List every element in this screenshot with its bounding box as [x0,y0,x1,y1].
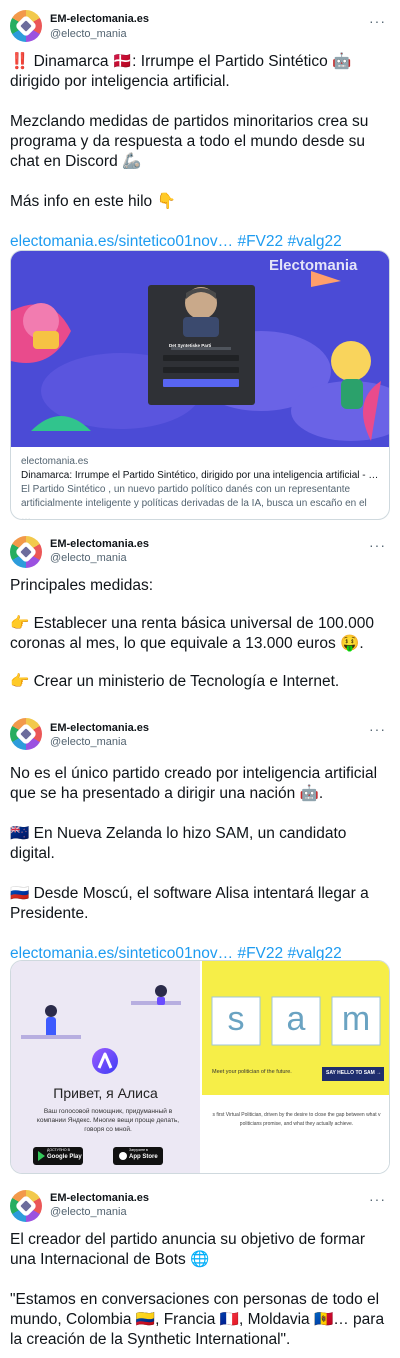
more-options-icon[interactable]: ··· [369,538,386,552]
user-handle[interactable]: @electo_mania [50,736,127,748]
tweet-paragraph: El creador del partido anuncia su objeti… [10,1231,370,1268]
google-play-small: ДОСТУПНО В [47,1148,70,1152]
sam-image[interactable]: s a m Meet your politician of the future… [202,961,389,1173]
tweet-text: El creador del partido anuncia su objeti… [10,1230,395,1350]
sam-letter: a [286,1000,306,1038]
user-name[interactable]: EM-electomania.es [50,13,149,25]
card-image[interactable]: Electomania Det Syntetiske Parti [11,251,389,447]
user-handle[interactable]: @electo_mania [50,1206,127,1218]
user-name[interactable]: EM-electomania.es [50,538,149,550]
avatar[interactable] [10,10,42,42]
avatar[interactable] [10,536,42,568]
app-store-small: Загрузите в [129,1148,148,1152]
card-illustration [11,251,389,447]
avatar[interactable] [10,718,42,750]
tweet-paragraph: ‼️ Dinamarca 🇩🇰: Irrumpe el Partido Sint… [10,53,356,90]
more-options-icon[interactable]: ··· [369,1192,386,1206]
more-options-icon[interactable]: ··· [369,722,386,736]
list-item: 👉 Crear un ministerio de Tecnología e In… [10,673,340,690]
list-item: 👉 Establecer una renta básica universal … [10,615,379,652]
article-link[interactable]: electomania.es/sintetico01nov… [10,233,233,250]
card-meta[interactable]: electomania.es Dinamarca: Irrumpe el Par… [11,447,389,520]
sam-letter: m [341,1000,371,1038]
tweet-text: ‼️ Dinamarca 🇩🇰: Irrumpe el Partido Sint… [10,52,395,252]
tweet-paragraph: 🇳🇿 En Nueva Zelanda lo hizo SAM, un cand… [10,825,351,862]
tweet-paragraph: Más info en este hilo 👇 [10,193,176,210]
card-description: El Partido Sintético , un nuevo partido … [21,484,367,520]
tweet-paragraph: No es el único partido creado por inteli… [10,765,382,802]
alisa-greeting: Привет, я Алиса [53,1085,158,1101]
card-brand: Electomania [269,257,358,274]
tweet-text: No es el único partido creado por inteli… [10,764,395,964]
user-handle[interactable]: @electo_mania [50,552,127,564]
card-title: Dinamarca: Irrumpe el Partido Sintético,… [21,470,379,481]
avatar[interactable] [10,1190,42,1222]
tweet-heading: Principales medidas: [10,577,154,594]
tweet-paragraph: Mezclando medidas de partidos minoritari… [10,113,373,170]
card-domain: electomania.es [21,456,89,467]
sam-letter: s [227,1000,245,1038]
tweet-4[interactable]: EM-electomania.es @electo_mania ··· El c… [0,1180,400,1358]
tweet-2[interactable]: EM-electomania.es @electo_mania ··· Prin… [0,528,400,706]
user-name[interactable]: EM-electomania.es [50,722,149,734]
sam-tagline: Meet your politician of the future. [212,1069,292,1075]
card-party-name: Det Syntetiske Parti [169,343,212,348]
alisa-image[interactable]: Привет, я Алиса Ваш голосовой помощник, … [11,961,200,1173]
google-play-badge[interactable]: Google Play [47,1154,82,1160]
tweet-paragraph: "Estamos en conversaciones con personas … [10,1291,389,1348]
sam-description: s first Virtual Politician, driven by th… [212,1112,381,1127]
tweet-3[interactable]: EM-electomania.es @electo_mania ··· No e… [0,706,400,1180]
sam-illustration [202,961,389,1173]
alisa-illustration [11,961,200,1173]
tweet-1[interactable]: EM-electomania.es @electo_mania ··· ‼️ D… [0,0,400,528]
user-handle[interactable]: @electo_mania [50,28,127,40]
tweet-paragraph: 🇷🇺 Desde Moscú, el software Alisa intent… [10,885,374,922]
media-grid[interactable]: Привет, я Алиса Ваш голосовой помощник, … [10,960,390,1174]
alisa-subtitle: Ваш голосовой помощник, придуманный в ко… [36,1108,180,1133]
hashtags[interactable]: #FV22 #valg22 [237,233,341,250]
sam-hello-button[interactable]: SAY HELLO TO SAM → [326,1070,381,1076]
tweet-text: Principales medidas: 👉 Establecer una re… [10,576,395,692]
user-name[interactable]: EM-electomania.es [50,1192,149,1204]
app-store-badge[interactable]: App Store [129,1154,158,1160]
more-options-icon[interactable]: ··· [369,14,386,28]
link-card[interactable]: Electomania Det Syntetiske Parti electom… [10,250,390,520]
